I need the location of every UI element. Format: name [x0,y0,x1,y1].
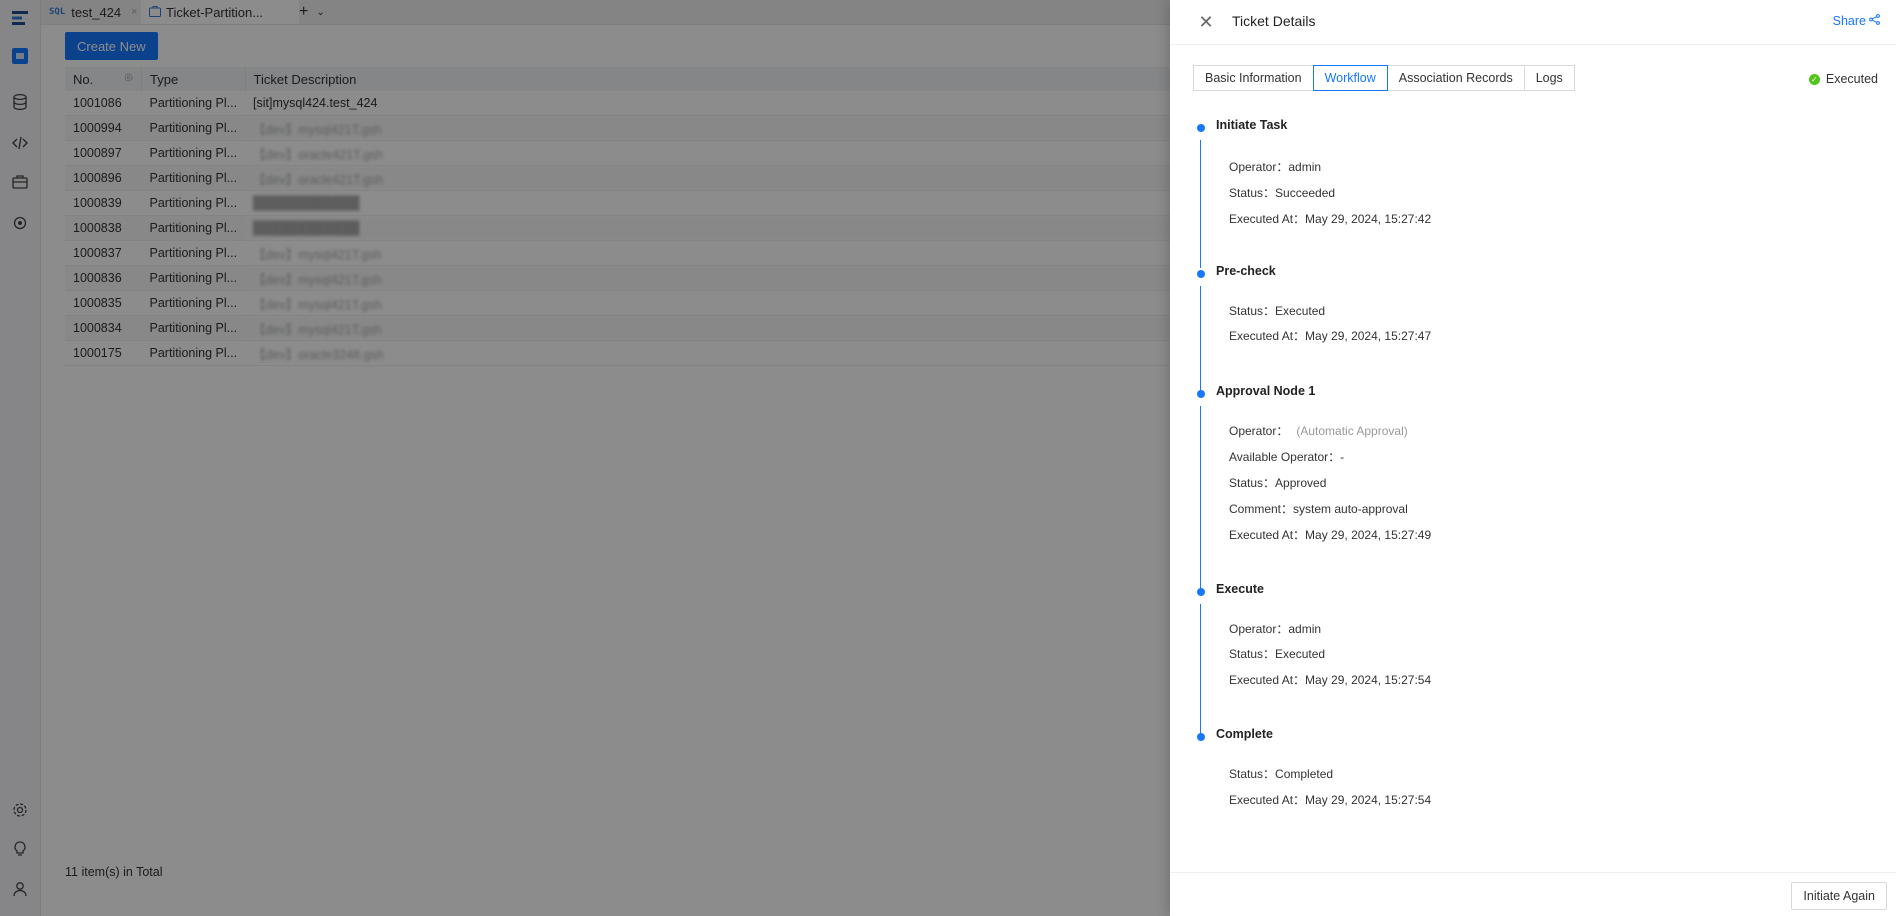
step-field: Executed At：May 29, 2024, 15:27:47 [1229,327,1431,344]
field-label: Executed At： [1229,212,1306,226]
field-value: Approved [1275,476,1327,490]
field-label: Executed At： [1229,793,1306,807]
field-value: May 29, 2024, 15:27:54 [1305,793,1432,807]
step-node-dot [1197,733,1205,741]
step-field: Status：Approved [1229,474,1326,491]
field-label: Operator： [1229,622,1289,636]
step-field: Status：Executed [1229,645,1325,662]
step-name: Execute [1216,582,1264,596]
tab-logs[interactable]: Logs [1523,65,1575,91]
step-field: Status：Executed [1229,302,1325,319]
drawer-footer: Initiate Again [1170,872,1896,916]
step-field: Operator：admin [1229,158,1321,175]
field-label: Executed At： [1229,528,1306,542]
step-connector [1200,140,1201,268]
check-circle-icon: ✓ [1808,73,1820,85]
initiate-again-button[interactable]: Initiate Again [1791,882,1887,910]
step-field: Available Operator：- [1229,448,1344,465]
tab-workflow[interactable]: Workflow [1312,65,1388,91]
field-value: May 29, 2024, 15:27:49 [1305,528,1432,542]
step-field: Status：Completed [1229,765,1333,782]
field-label: Status： [1229,476,1276,490]
field-label: Status： [1229,647,1276,661]
step-field: Comment：system auto-approval [1229,500,1408,517]
detail-tabs: Basic Information Workflow Association R… [1193,65,1575,91]
field-value: Executed [1275,304,1326,318]
step-field: Executed At：May 29, 2024, 15:27:54 [1229,791,1431,808]
share-button[interactable]: Share [1833,14,1880,28]
ticket-status: ✓ Executed [1808,72,1878,86]
share-label: Share [1832,14,1866,28]
field-value: May 29, 2024, 15:27:47 [1305,329,1432,343]
field-label: Status： [1229,186,1276,200]
field-label: Operator： [1229,160,1289,174]
field-value: admin [1288,622,1322,636]
tab-association-records[interactable]: Association Records [1386,65,1525,91]
step-field: Operator： (Automatic Approval) [1229,422,1408,439]
field-label: Executed At： [1229,329,1306,343]
step-node-dot [1197,124,1205,132]
field-label: Status： [1229,767,1276,781]
field-label: Executed At： [1229,673,1306,687]
field-label: Operator： [1229,424,1289,438]
step-node-dot [1197,588,1205,596]
field-value: May 29, 2024, 15:27:54 [1305,673,1432,687]
field-label: Available Operator： [1229,450,1341,464]
step-field: Executed At：May 29, 2024, 15:27:42 [1229,210,1431,227]
step-name: Approval Node 1 [1216,384,1316,398]
step-connector [1200,604,1201,736]
field-label: Comment： [1229,502,1294,516]
step-field: Operator：admin [1229,620,1321,637]
field-value: - [1340,450,1345,464]
drawer-header: ✕ Ticket Details Share [1170,0,1896,45]
field-value: (Automatic Approval) [1296,424,1408,438]
field-value: Succeeded [1275,186,1336,200]
step-name: Pre-check [1216,264,1276,278]
field-value: system auto-approval [1293,502,1408,516]
field-value: Completed [1275,767,1334,781]
step-node-dot [1197,270,1205,278]
step-name: Complete [1216,727,1273,741]
drawer-title: Ticket Details [1232,13,1316,29]
ticket-details-drawer: ✕ Ticket Details Share Basic Information… [1170,0,1896,916]
field-value: May 29, 2024, 15:27:42 [1305,212,1432,226]
tab-basic-information[interactable]: Basic Information [1193,65,1314,91]
close-icon[interactable]: ✕ [1196,12,1216,32]
field-label: Status： [1229,304,1276,318]
step-connector [1200,406,1201,591]
field-value: admin [1288,160,1322,174]
step-field: Status：Succeeded [1229,184,1335,201]
field-value: Executed [1275,647,1326,661]
step-name: Initiate Task [1216,118,1288,132]
step-connector [1200,286,1201,394]
step-field: Executed At：May 29, 2024, 15:27:49 [1229,526,1431,543]
step-node-dot [1197,390,1205,398]
step-field: Executed At：May 29, 2024, 15:27:54 [1229,671,1431,688]
status-text: Executed [1825,72,1878,86]
share-icon [1869,14,1880,28]
